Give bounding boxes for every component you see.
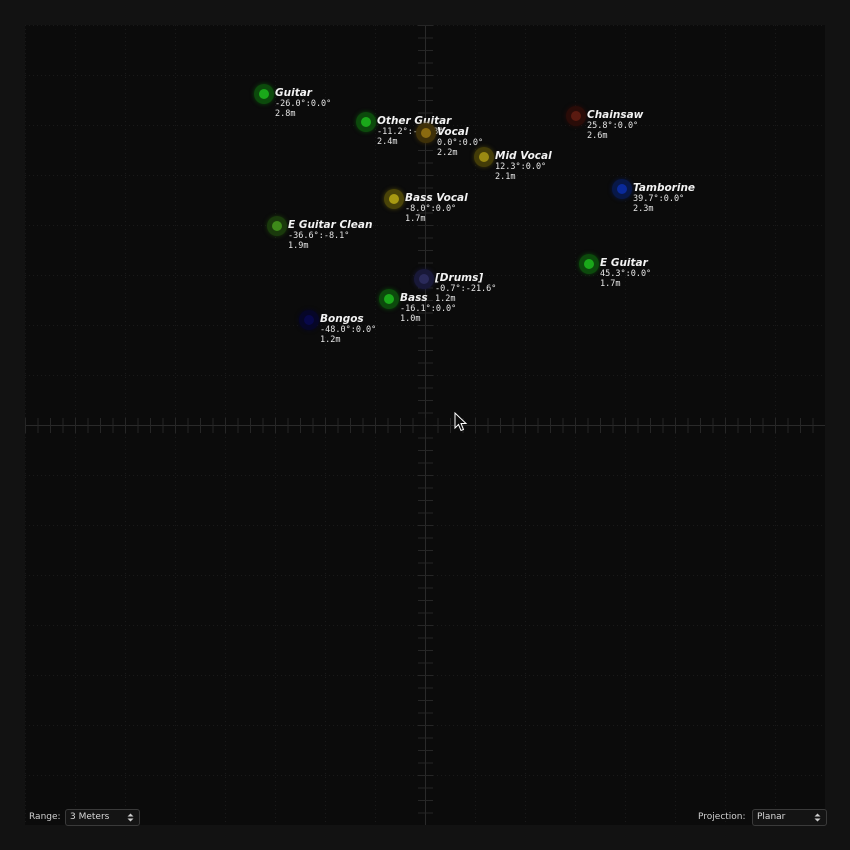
source-name: Tamborine xyxy=(633,182,696,194)
source-angle: 25.8°:0.0° xyxy=(587,121,639,131)
source-dot[interactable] xyxy=(254,84,274,104)
source-dot[interactable] xyxy=(474,147,494,167)
source-dot[interactable] xyxy=(384,189,404,209)
source-name: Bass Vocal xyxy=(405,192,468,204)
source-distance: 1.0m xyxy=(400,314,421,324)
source-angle: 45.3°:0.0° xyxy=(600,269,652,279)
source-angle: -48.0°:0.0° xyxy=(320,325,377,335)
bottom-controls: Range: 3 Meters Projection: Planar xyxy=(0,806,850,830)
source-name: E Guitar Clean xyxy=(288,219,373,231)
source-name: Mid Vocal xyxy=(495,150,552,162)
source-distance: 1.7m xyxy=(405,214,426,224)
source-name: Bass xyxy=(400,292,428,304)
source-name: Bongos xyxy=(320,313,364,325)
source-distance: 1.9m xyxy=(288,241,309,251)
source-name: Chainsaw xyxy=(587,109,644,121)
source-dot[interactable] xyxy=(356,112,376,132)
source-dot[interactable] xyxy=(566,106,586,126)
panner-field[interactable]: Guitar -26.0°:0.0° 2.8m Other Guitar -11… xyxy=(25,25,825,825)
source-angle: -16.1°:0.0° xyxy=(400,304,457,314)
source-name: [Drums] xyxy=(435,272,484,284)
source-distance: 1.2m xyxy=(320,335,341,345)
source-distance: 2.6m xyxy=(587,131,608,141)
updown-arrows-icon xyxy=(127,813,134,822)
source-distance: 2.1m xyxy=(495,172,516,182)
range-label: Range: xyxy=(29,812,61,822)
source-angle: 12.3°:0.0° xyxy=(495,162,547,172)
source-name: Guitar xyxy=(275,87,312,99)
source-distance: 1.7m xyxy=(600,279,621,289)
source-distance: 2.3m xyxy=(633,204,654,214)
source-angle: -8.0°:0.0° xyxy=(405,204,457,214)
source-name: Vocal xyxy=(437,126,469,138)
source-dot[interactable] xyxy=(612,179,632,199)
source-angle: -26.0°:0.0° xyxy=(275,99,332,109)
projection-label: Projection: xyxy=(698,812,746,822)
updown-arrows-icon xyxy=(814,813,821,822)
source-name: E Guitar xyxy=(600,257,648,269)
source-dot[interactable] xyxy=(416,123,436,143)
source-angle: 39.7°:0.0° xyxy=(633,194,685,204)
source-dot[interactable] xyxy=(414,269,434,289)
panner-panel: Guitar -26.0°:0.0° 2.8m Other Guitar -11… xyxy=(0,0,850,850)
range-dropdown[interactable]: 3 Meters xyxy=(65,809,140,826)
mouse-pointer-icon xyxy=(454,412,468,432)
source-angle: -36.6°:-8.1° xyxy=(288,231,350,241)
source-dot[interactable] xyxy=(299,310,319,330)
source-distance: 2.8m xyxy=(275,109,296,119)
source-dot[interactable] xyxy=(579,254,599,274)
source-angle: 0.0°:0.0° xyxy=(437,138,484,148)
projection-value: Planar xyxy=(757,812,786,822)
range-value: 3 Meters xyxy=(70,812,110,822)
projection-dropdown[interactable]: Planar xyxy=(752,809,827,826)
source-dot[interactable] xyxy=(379,289,399,309)
source-dot[interactable] xyxy=(267,216,287,236)
